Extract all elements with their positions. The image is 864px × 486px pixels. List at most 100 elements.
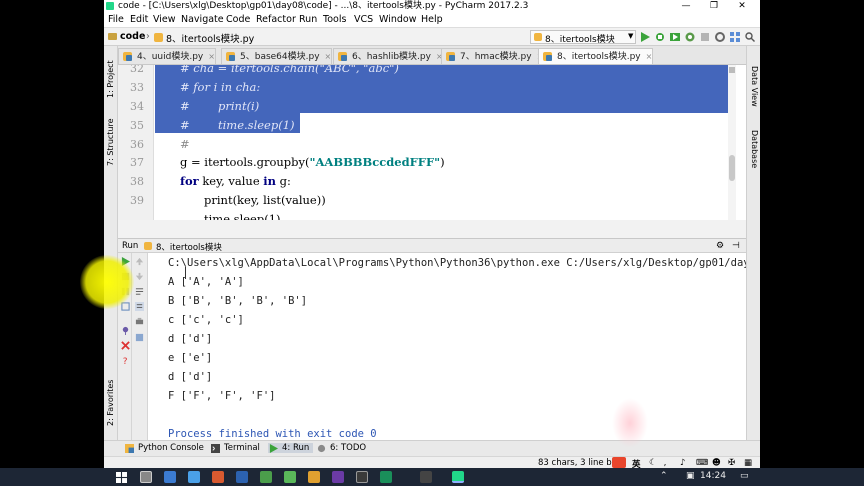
terminal-tab[interactable]: Terminal xyxy=(210,443,260,453)
python-console-tab[interactable]: Python Console xyxy=(124,443,204,453)
menu-help[interactable]: Help xyxy=(421,14,443,25)
ime-punct-icon[interactable]: ⸴ xyxy=(664,458,666,468)
debug-icon[interactable] xyxy=(655,32,665,42)
window-title: code - [C:\Users\xlg\Desktop\gp01\day08\… xyxy=(118,1,529,11)
pycharm-taskbar-icon[interactable] xyxy=(452,471,464,483)
run-config-select[interactable]: 8、itertools模块 ▼ xyxy=(530,30,636,45)
minimize-button[interactable]: — xyxy=(672,0,700,12)
code-line-35: time.sleep(1) xyxy=(218,118,295,132)
soft-wrap-icon[interactable] xyxy=(135,287,144,296)
coverage-icon[interactable] xyxy=(670,32,680,42)
vs-icon[interactable] xyxy=(332,471,344,483)
console-output-line: c ['c', 'c'] xyxy=(168,314,244,326)
python-file-icon xyxy=(123,52,132,61)
maximize-button[interactable]: ❐ xyxy=(700,0,728,12)
ime-moon-icon[interactable]: ☾ xyxy=(649,458,657,468)
python-run-icon xyxy=(144,242,152,250)
pin-icon[interactable] xyxy=(121,326,130,335)
menu-file[interactable]: File xyxy=(108,14,124,25)
stop-icon[interactable] xyxy=(700,32,710,42)
help-icon[interactable]: ? xyxy=(121,356,130,365)
breadcrumb-file[interactable]: 8、itertools模块.py xyxy=(166,31,254,45)
menu-navigate[interactable]: Navigate xyxy=(181,14,224,25)
project-tool-button[interactable]: 1: Project xyxy=(106,60,115,98)
menu-refactor[interactable]: Refactor xyxy=(256,14,296,25)
close-button[interactable]: ✕ xyxy=(728,0,756,12)
console-output-line: B ['B', 'B', 'B', 'B'] xyxy=(168,295,308,307)
close-icon[interactable] xyxy=(121,341,130,350)
search-icon[interactable] xyxy=(745,32,755,42)
gear-icon[interactable]: ⚙ xyxy=(716,241,724,251)
menu-code[interactable]: Code xyxy=(226,14,250,25)
windows-start-icon[interactable] xyxy=(116,472,127,483)
ime-keyboard-icon[interactable]: ⌨ xyxy=(696,458,708,468)
menu-view[interactable]: View xyxy=(153,14,176,25)
editor-scrollbar[interactable] xyxy=(728,65,736,220)
favorites-tool-button[interactable]: 2: Favorites xyxy=(106,380,115,426)
app-icon[interactable] xyxy=(380,471,392,483)
folder-icon[interactable] xyxy=(308,471,320,483)
profile-icon[interactable] xyxy=(685,32,695,42)
close-icon[interactable]: × xyxy=(646,52,653,61)
menu-window[interactable]: Window xyxy=(379,14,416,25)
clear-all-icon[interactable] xyxy=(135,333,144,342)
code-editor[interactable]: 32 33 34 35 36 37 38 39 # cha = itertool… xyxy=(118,65,746,220)
tab-base64[interactable]: 5、base64模块.py × xyxy=(221,48,333,64)
breadcrumb-project[interactable]: code xyxy=(120,31,145,42)
ime-language[interactable]: 英 xyxy=(632,458,641,468)
scroll-to-end-icon[interactable] xyxy=(135,302,144,311)
run-console[interactable]: C:\Users\xlg\AppData\Local\Programs\Pyth… xyxy=(148,253,746,440)
menu-vcs[interactable]: VCS xyxy=(354,14,373,25)
notification-icon[interactable]: ▭ xyxy=(740,471,749,481)
app-icon[interactable] xyxy=(420,471,432,483)
excel-icon[interactable] xyxy=(260,471,272,483)
structure-tool-button[interactable]: 7: Structure xyxy=(106,118,115,166)
cursor-highlight xyxy=(80,255,134,309)
clock-time[interactable]: 14:24 xyxy=(700,471,726,481)
console-output-line: e ['e'] xyxy=(168,352,213,364)
video-letterbox-left xyxy=(0,0,104,468)
menu-run[interactable]: Run xyxy=(299,14,317,25)
down-arrow-icon[interactable] xyxy=(135,272,144,281)
app-icon xyxy=(106,2,114,10)
word-icon[interactable] xyxy=(236,471,248,483)
run-icon[interactable] xyxy=(640,32,650,42)
inspection-ok-marker xyxy=(729,67,735,73)
menu-tools[interactable]: Tools xyxy=(323,14,346,25)
close-icon[interactable]: × xyxy=(325,52,332,61)
todo-tab[interactable]: 6: TODO xyxy=(316,443,366,453)
task-view-icon[interactable] xyxy=(140,471,152,483)
data-view-tool-button[interactable]: Data View xyxy=(750,66,759,107)
tab-hashlib[interactable]: 6、hashlib模块.py × xyxy=(333,48,444,64)
ime-logo-icon xyxy=(612,457,626,468)
folder-icon xyxy=(108,33,117,40)
tab-hmac[interactable]: 7、hmac模块.py× xyxy=(441,48,545,64)
print-icon[interactable] xyxy=(135,317,144,326)
run-panel-title: Run xyxy=(122,241,139,251)
line-number: 37 xyxy=(130,156,144,169)
tray-network-icon[interactable]: ▣ xyxy=(686,471,695,481)
close-icon[interactable]: × xyxy=(208,52,215,61)
ime-user-icon[interactable]: ☻ xyxy=(712,458,721,468)
project-structure-icon[interactable] xyxy=(730,32,740,42)
edge-browser-icon[interactable] xyxy=(164,471,176,483)
wechat-icon[interactable] xyxy=(284,471,296,483)
database-tool-button[interactable]: Database xyxy=(750,130,759,168)
tray-up-icon[interactable]: ⌃ xyxy=(660,471,668,481)
office-icon[interactable] xyxy=(212,471,224,483)
run-tab[interactable]: 4: Run xyxy=(268,443,314,453)
store-icon[interactable] xyxy=(188,471,200,483)
menu-edit[interactable]: Edit xyxy=(130,14,148,25)
ime-shirt-icon[interactable]: ✠ xyxy=(728,458,735,468)
text-cursor xyxy=(185,267,186,279)
settings-icon[interactable] xyxy=(715,32,725,42)
up-arrow-icon[interactable] xyxy=(135,257,144,266)
hide-panel-icon[interactable]: ⊣ xyxy=(732,241,740,251)
code-text: ) xyxy=(440,155,445,169)
terminal-app-icon[interactable] xyxy=(356,471,368,483)
tab-itertools[interactable]: 8、itertools模块.py × xyxy=(538,48,654,64)
scroll-thumb[interactable] xyxy=(729,155,735,181)
ime-mic-icon[interactable]: ♪ xyxy=(680,458,685,468)
ime-grid-icon[interactable]: ▦ xyxy=(744,458,752,468)
tab-uuid[interactable]: 4、uuid模块.py × xyxy=(118,48,216,64)
